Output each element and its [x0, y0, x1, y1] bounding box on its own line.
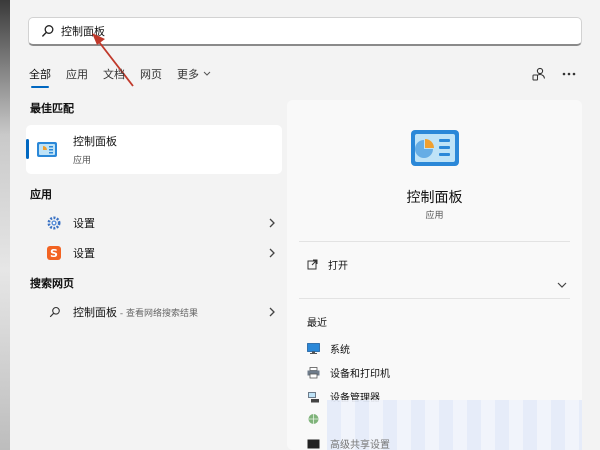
- section-web-search: 搜索网页: [30, 277, 74, 290]
- more-dots-icon: [562, 72, 576, 76]
- sogou-s-icon: S: [47, 246, 61, 260]
- control-panel-icon: [36, 140, 58, 160]
- search-icon: [49, 306, 61, 318]
- recent-item-label: 高级共享设置: [330, 440, 390, 450]
- monitor-icon: [307, 343, 320, 354]
- app-result-settings[interactable]: 设置: [26, 208, 282, 238]
- gear-icon: [47, 216, 61, 230]
- account-network-icon: [532, 67, 546, 81]
- sharing-settings-icon: [307, 439, 320, 448]
- toolbar-icons: [520, 64, 580, 84]
- detail-app-type: 应用: [425, 211, 444, 221]
- detail-app-name: 控制面板: [406, 190, 463, 206]
- more-options-button[interactable]: [558, 64, 580, 84]
- chevron-down-icon: [203, 71, 211, 76]
- chevron-right-icon[interactable]: [268, 218, 276, 228]
- tab-apps[interactable]: 应用: [66, 66, 88, 86]
- search-icon: [41, 24, 55, 38]
- background-window-edge: [0, 0, 10, 450]
- recent-title: 最近: [307, 318, 327, 329]
- account-switch-button[interactable]: [528, 64, 550, 84]
- open-action[interactable]: 打开: [307, 257, 348, 272]
- tab-web[interactable]: 网页: [140, 66, 162, 86]
- recent-item-system[interactable]: 系统: [307, 341, 350, 356]
- divider: [299, 241, 570, 242]
- tab-documents[interactable]: 文档: [103, 66, 125, 86]
- best-match-subtitle: 应用: [73, 156, 92, 166]
- tab-more[interactable]: 更多: [177, 66, 212, 86]
- web-search-result[interactable]: 控制面板 - 查看网络搜索结果: [26, 297, 282, 327]
- recent-item-label: 系统: [330, 345, 350, 356]
- svg-text:S: S: [50, 247, 58, 260]
- divider: [299, 298, 570, 299]
- open-action-label: 打开: [328, 261, 348, 272]
- recent-item-advanced-sharing-settings[interactable]: 高级共享设置: [307, 436, 390, 450]
- chevron-right-icon[interactable]: [268, 248, 276, 258]
- recent-item-label: 设备和打印机: [330, 369, 390, 380]
- app-result-label: 设置: [73, 247, 95, 260]
- web-search-label: 控制面板 - 查看网络搜索结果: [73, 304, 198, 320]
- best-match-item[interactable]: 控制面板 应用: [26, 125, 282, 174]
- recent-item-devices-printers[interactable]: 设备和打印机: [307, 365, 390, 380]
- section-apps: 应用: [30, 188, 52, 201]
- recent-item-advanced-sharing[interactable]: [307, 413, 320, 425]
- open-external-icon: [307, 259, 318, 270]
- app-result-label: 设置: [73, 217, 95, 230]
- chevron-right-icon[interactable]: [268, 307, 276, 317]
- tab-all[interactable]: 全部: [29, 66, 51, 88]
- network-sharing-icon: [308, 414, 319, 424]
- web-search-query: 控制面板: [73, 306, 117, 319]
- search-panel: 全部 应用 文档 网页 更多 最佳匹配: [10, 0, 600, 450]
- device-manager-icon: [308, 391, 319, 402]
- printer-icon: [307, 366, 320, 378]
- section-best-match: 最佳匹配: [30, 102, 74, 115]
- chevron-down-icon[interactable]: [557, 281, 567, 289]
- web-search-hint: - 查看网络搜索结果: [117, 309, 198, 319]
- control-panel-large-icon: [411, 130, 459, 166]
- best-match-title: 控制面板: [73, 135, 117, 148]
- results-list: 最佳匹配 控制面板 应用 应用 设置 S 设置 搜索网页 控制面板 - 查看网络…: [26, 100, 282, 327]
- tab-more-label: 更多: [177, 68, 199, 81]
- app-result-settings-sogou[interactable]: S 设置: [26, 238, 282, 268]
- filter-tabs: 全部 应用 文档 网页 更多: [29, 66, 227, 88]
- detail-pane: 控制面板 应用 打开 最近 系统 设备和打印机 设备管理器 高级共享设置: [287, 100, 582, 450]
